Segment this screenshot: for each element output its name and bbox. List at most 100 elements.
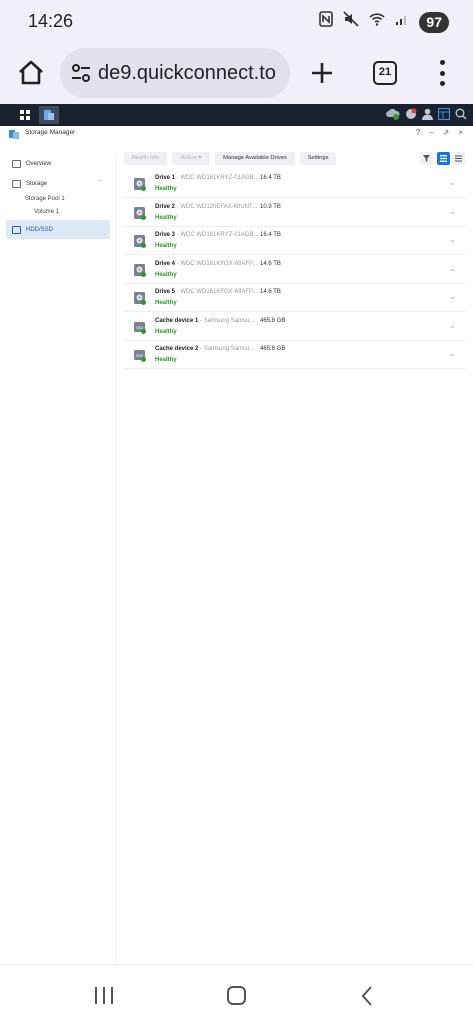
signal-icon (395, 12, 409, 32)
cloud-sync-icon[interactable] (386, 107, 400, 125)
hdd-icon (134, 206, 146, 220)
drive-status: Healthy (155, 271, 177, 278)
storage-icon (12, 180, 21, 188)
hdd-icon (134, 292, 146, 305)
drive-size: 16.4 TB (260, 175, 281, 181)
drive-status: Healthy (155, 357, 177, 363)
clock: 14:26 (28, 11, 74, 31)
dot-icon (439, 60, 445, 65)
chevron-down-icon[interactable]: ⌄ (449, 349, 456, 358)
window-title: Storage Manager (25, 129, 76, 136)
hdd-icon (134, 178, 146, 191)
storage-manager-icon (9, 130, 19, 139)
hdd-icon (134, 263, 146, 277)
drive-status: Healthy (155, 243, 177, 249)
dot-icon (439, 81, 445, 86)
manage-drives-button[interactable]: Manage Available Drives (215, 152, 295, 165)
home-nav-button[interactable] (227, 986, 246, 1005)
home-icon (19, 60, 43, 85)
drive-status: Healthy (155, 214, 177, 221)
chevron-down-icon[interactable]: ⌄ (449, 292, 456, 301)
sidebar-item-hdd-ssd[interactable]: HDD/SSD (6, 220, 110, 239)
sidebar-item-storage-pool[interactable]: Storage Pool 1 (25, 196, 65, 202)
drive-row[interactable]: Drive 1 - WDC WD161KRYZ-01AGB... 16.4 TB H… (124, 170, 466, 198)
chevron-down-icon[interactable]: ⌄ (449, 235, 456, 244)
more-menu-button[interactable] (432, 58, 452, 88)
drive-row[interactable]: Drive 5 - WDC WD161KFGX-68AFP... 14.6 TB H… (124, 284, 466, 312)
drive-model: - WDC WD161KFGX-68AFP... (175, 260, 258, 267)
drive-name: Drive 2 - WDC WD120EFAX-68UNT... (155, 203, 258, 210)
drive-row[interactable]: SSD Cache device 2 - Samsung Samsu... 465.… (124, 341, 466, 369)
notifications-icon[interactable] (405, 107, 417, 125)
browser-toolbar: de9.quickconnect.to 21 (0, 44, 473, 104)
search-icon[interactable] (455, 107, 467, 125)
dot-icon (439, 70, 445, 76)
wifi-icon (369, 12, 385, 32)
main-menu-button[interactable] (15, 106, 35, 124)
recent-apps-button[interactable] (95, 987, 113, 1004)
toolbar: Health Info Action ▾ Manage Available Dr… (124, 152, 466, 166)
minimize-button[interactable]: – (429, 128, 433, 137)
drive-model: - WDC WD161KRYZ-01AGB... (175, 175, 259, 181)
help-button[interactable]: ? (416, 128, 420, 137)
filter-button[interactable] (420, 152, 433, 165)
new-tab-button[interactable] (310, 53, 334, 91)
site-settings-icon[interactable] (70, 62, 92, 84)
drive-row[interactable]: Drive 3 - WDC WD161KRYZ-01AGB... 16.4 TB H… (124, 227, 466, 255)
drive-name: Cache device 2 - Samsung Samsu... (155, 346, 255, 352)
action-button[interactable]: Action ▾ (172, 152, 210, 165)
mute-icon (343, 11, 359, 33)
nfc-icon (319, 11, 334, 33)
storage-manager-window: Storage Manager ? – ⇗ × Overview Storage… (0, 126, 473, 964)
drive-row[interactable]: Drive 2 - WDC WD120EFAX-68UNT... 10.9 TB H… (124, 199, 466, 227)
sidebar-item-overview[interactable]: Overview (6, 155, 110, 173)
back-button[interactable] (360, 985, 374, 1012)
chevron-down-icon[interactable]: ⌄ (449, 321, 456, 330)
url-text: de9.quickconnect.to (98, 62, 276, 84)
drive-status: Healthy (155, 186, 177, 192)
back-icon (361, 986, 372, 1006)
drive-size: 10.9 TB (260, 203, 281, 210)
drive-size: 14.6 TB (260, 289, 281, 295)
drive-size: 14.6 TB (260, 260, 281, 267)
sidebar-item-label: HDD/SSD (26, 226, 54, 233)
widgets-icon[interactable] (437, 107, 451, 125)
user-icon[interactable] (422, 107, 433, 125)
window-titlebar: Storage Manager ? – ⇗ × (0, 126, 473, 142)
drive-name: Drive 4 - WDC WD161KFGX-68AFP... (155, 260, 258, 267)
sidebar-item-label: Storage (26, 181, 48, 187)
drive-model: - Samsung Samsu... (198, 346, 255, 352)
status-bar: 14:26 97 (0, 0, 473, 44)
tab-switcher-button[interactable]: 21 (373, 61, 397, 85)
main-panel: Health Info Action ▾ Manage Available Dr… (124, 152, 466, 369)
overview-icon (12, 160, 21, 168)
drive-row[interactable]: Drive 4 - WDC WD161KFGX-68AFP... 14.6 TB H… (124, 256, 466, 284)
chevron-down-icon[interactable]: ⌄ (449, 178, 456, 187)
chevron-up-icon[interactable]: ⌃ (97, 179, 102, 186)
address-bar[interactable]: de9.quickconnect.to (60, 48, 290, 98)
hdd-icon (134, 235, 146, 248)
sidebar-item-storage[interactable]: Storage ⌃ (6, 175, 110, 193)
drive-name: Cache device 1 - Samsung Samsu... (155, 317, 255, 324)
storage-manager-task-button[interactable] (39, 106, 59, 124)
drive-name: Drive 5 - WDC WD161KFGX-68AFP... (155, 289, 258, 295)
ssd-icon: SSD (134, 349, 146, 362)
drive-row[interactable]: SSD Cache device 1 - Samsung Samsu... 465.… (124, 313, 466, 341)
close-button[interactable]: × (458, 128, 463, 137)
drive-model: - Samsung Samsu... (198, 317, 255, 324)
chevron-down-icon[interactable]: ⌄ (449, 207, 456, 216)
list-view-button[interactable] (437, 152, 450, 165)
maximize-button[interactable]: ⇗ (443, 128, 450, 137)
list-view-icon (440, 155, 447, 162)
battery-indicator: 97 (419, 11, 449, 33)
sidebar-item-label: Overview (26, 161, 52, 167)
sidebar-item-volume[interactable]: Volume 1 (34, 209, 59, 215)
chevron-down-icon[interactable]: ⌄ (449, 264, 456, 273)
home-button[interactable] (16, 58, 46, 88)
drive-size: 465.8 GB (260, 317, 286, 324)
drive-name: Drive 1 - WDC WD161KRYZ-01AGB... (155, 175, 259, 181)
drive-status: Healthy (155, 300, 177, 306)
health-info-button[interactable]: Health Info (124, 152, 167, 165)
compact-view-button[interactable] (452, 152, 465, 165)
settings-button[interactable]: Settings (300, 152, 336, 165)
